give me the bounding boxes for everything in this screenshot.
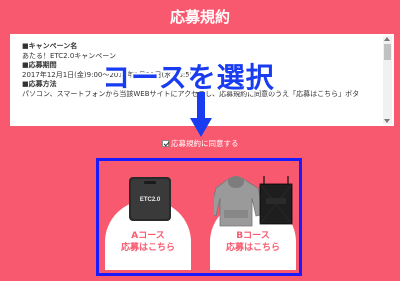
hoodie-and-bag-image: [214, 176, 293, 227]
page-title: 応募規約: [169, 7, 230, 26]
course-a-action: 応募はこちら: [120, 243, 175, 253]
arrow-down-icon: [190, 92, 212, 137]
course-a-name: Aコース: [131, 231, 165, 241]
course-b-label: Bコース 応募はこちら: [210, 230, 296, 254]
agreement-label: 応募規約に同意する: [171, 138, 239, 148]
scroll-thumb[interactable]: [384, 44, 391, 60]
scroll-down-icon[interactable]: [384, 119, 390, 123]
annotation-title: コースを選択: [102, 61, 275, 94]
course-b-action: 応募はこちら: [225, 243, 280, 253]
page-header: 応募規約: [0, 0, 400, 32]
scroll-up-icon[interactable]: [384, 37, 390, 41]
agreement-checkbox-row[interactable]: 応募規約に同意する: [162, 137, 239, 149]
etc-card-image: ETC2.0: [129, 177, 171, 221]
terms-scrollbar[interactable]: [383, 36, 392, 124]
product-a-label: ETC2.0: [140, 197, 161, 203]
course-b-name: Bコース: [236, 231, 270, 241]
terms-heading: ■キャンペーン名: [22, 42, 78, 50]
course-a-label: Aコース 応募はこちら: [105, 230, 191, 254]
agreement-checkbox[interactable]: [162, 139, 169, 147]
